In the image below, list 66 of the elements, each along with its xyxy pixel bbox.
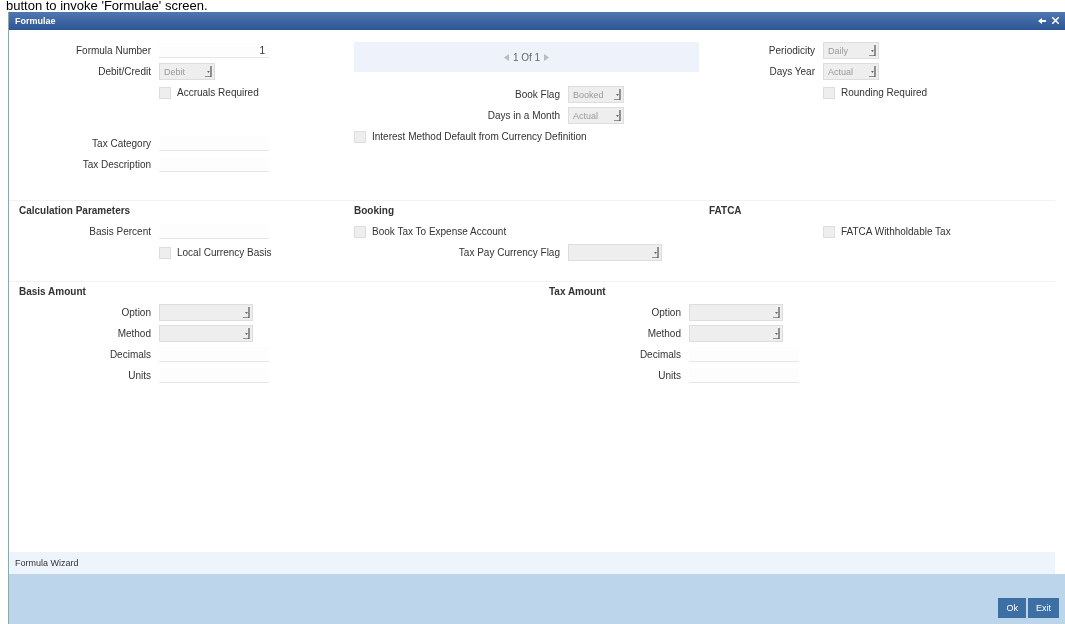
dropdown[interactable] [689,304,783,321]
page-indicator: 1 Of 1 [512,51,541,63]
field-label: Periodicity [767,45,816,56]
field-label: Units [657,370,682,381]
section-heading: FATCA [708,205,743,218]
section-heading: Calculation Parameters [18,205,132,218]
field-label: Basis Percent [88,226,152,237]
dropdown-arrow-icon [614,89,621,100]
dropdown[interactable] [568,244,662,261]
field-label: Method [116,328,152,339]
dropdown[interactable] [159,304,253,321]
dropdown-arrow-icon [773,328,780,339]
dropdown-arrow-icon [243,307,250,318]
field-label: Tax Description [81,159,152,170]
dropdown-arrow-icon [652,247,659,258]
field-label: Option [650,307,682,318]
field-label: Decimals [108,349,152,360]
section-heading: Tax Amount [548,286,607,299]
field-label: Method [646,328,682,339]
field-label: Days in a Month [486,110,561,121]
input-field[interactable]: 1 [159,43,269,58]
field-label: Decimals [638,349,682,360]
checkbox[interactable] [823,225,835,238]
arrow-left-icon[interactable] [1038,17,1046,25]
dropdown-arrow-icon [205,66,212,77]
dropdown[interactable]: Booked [568,86,624,103]
footer-button[interactable]: Ok [998,598,1026,618]
dropdown[interactable]: Actual [568,107,624,124]
checkbox-label: Rounding Required [841,87,928,98]
field-label: Debit/Credit [97,66,152,77]
previous-icon[interactable] [503,53,509,61]
dropdown-arrow-icon [614,110,621,121]
dropdown[interactable] [689,325,783,342]
window-title: Formulae [15,16,56,26]
field-label: Formula Number [74,45,152,56]
checkbox-label: Accruals Required [177,87,259,98]
dropdown[interactable] [159,325,253,342]
field-label: Days Year [768,66,816,77]
field-label: Tax Pay Currency Flag [457,247,561,258]
footer-button[interactable]: Exit [1028,598,1059,618]
checkbox-label: Book Tax To Expense Account [372,226,507,237]
field-label: Option [120,307,152,318]
field-label: Units [127,370,152,381]
section-heading: Basis Amount [18,286,87,299]
dropdown[interactable]: Actual [823,63,879,80]
checkbox[interactable] [354,225,366,238]
dropdown-arrow-icon [773,307,780,318]
checkbox[interactable] [354,130,366,143]
dropdown-arrow-icon [869,45,876,56]
field-label: Book Flag [513,89,561,100]
dropdown-arrow-icon [869,66,876,77]
checkbox-label: Local Currency Basis [177,247,272,258]
checkbox[interactable] [159,246,171,259]
caption-text: button to invoke 'Formulae' screen. [5,0,209,12]
checkbox[interactable] [823,86,835,99]
checkbox[interactable] [159,86,171,99]
section-heading: Booking [354,205,395,218]
dropdown[interactable]: Daily [823,42,879,59]
checkbox-label: FATCA Withholdable Tax [841,226,951,237]
close-icon[interactable] [1052,17,1059,24]
dropdown-arrow-icon [243,328,250,339]
dropdown[interactable]: Debit [159,63,215,80]
wizard-link[interactable]: Formula Wizard [15,558,79,568]
next-icon[interactable] [544,53,550,61]
field-label: Tax Category [91,138,152,149]
checkbox-label: Interest Method Default from Currency Definition [372,131,587,142]
